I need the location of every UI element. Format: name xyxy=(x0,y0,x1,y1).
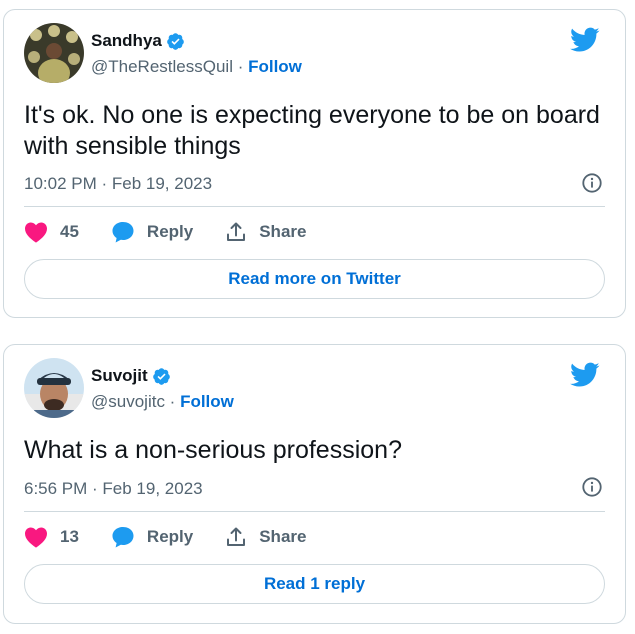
handle-row: @suvojitc · Follow xyxy=(91,392,234,412)
share-icon xyxy=(227,527,246,546)
follow-link[interactable]: Follow xyxy=(180,392,234,411)
like-button[interactable]: 45 xyxy=(24,221,79,243)
reply-label: Reply xyxy=(146,527,194,546)
like-count: 13 xyxy=(60,527,79,546)
like-button[interactable]: 13 xyxy=(24,526,79,548)
tweet-text: It's ok. No one is expecting everyone to… xyxy=(24,101,600,160)
reply-bubble-icon xyxy=(112,527,134,548)
avatar[interactable] xyxy=(24,358,84,418)
info-icon[interactable] xyxy=(581,172,603,194)
tweet-header: Suvojit @suvojitc · Follow xyxy=(24,358,604,418)
tweet-card: Suvojit @suvojitc · Follow What is a non… xyxy=(3,344,626,624)
verified-badge-icon xyxy=(152,367,170,385)
reply-label: Reply xyxy=(146,222,194,241)
twitter-bird-icon[interactable] xyxy=(570,362,600,388)
author-name[interactable]: Suvojit xyxy=(91,366,148,386)
info-icon[interactable] xyxy=(581,476,603,498)
tweet-actions: 45 Reply Share xyxy=(24,221,338,243)
share-button[interactable]: Share xyxy=(225,526,306,548)
like-count: 45 xyxy=(60,222,79,241)
tweet-actions: 13 Reply Share xyxy=(24,526,338,548)
verified-badge-icon xyxy=(167,32,184,50)
follow-link[interactable]: Follow xyxy=(248,57,302,76)
heart-icon xyxy=(25,527,47,548)
divider xyxy=(24,511,605,512)
tweet-timestamp[interactable]: 6:56 PM · Feb 19, 2023 xyxy=(24,479,203,499)
author-handle[interactable]: @TheRestlessQuil xyxy=(91,57,233,76)
heart-icon xyxy=(25,222,47,243)
reply-bubble-icon xyxy=(112,222,134,243)
separator: · xyxy=(164,392,181,411)
tweet-header: Sandhya @TheRestlessQuil · Follow xyxy=(24,23,604,83)
avatar[interactable] xyxy=(24,23,84,83)
reply-button[interactable]: Reply xyxy=(111,221,193,243)
share-icon xyxy=(227,222,246,241)
tweet-card: Sandhya @TheRestlessQuil · Follow It's o… xyxy=(3,9,626,318)
author-name-row: Sandhya xyxy=(91,31,185,51)
share-button[interactable]: Share xyxy=(225,221,306,243)
reply-button[interactable]: Reply xyxy=(111,526,193,548)
read-replies-button[interactable]: Read 1 reply xyxy=(24,564,605,604)
tweet-timestamp[interactable]: 10:02 PM · Feb 19, 2023 xyxy=(24,174,212,194)
author-name-row: Suvojit xyxy=(91,366,171,386)
share-label: Share xyxy=(259,527,307,546)
author-name[interactable]: Sandhya xyxy=(91,31,162,51)
twitter-bird-icon[interactable] xyxy=(570,27,600,53)
separator: · xyxy=(232,57,249,76)
read-more-button[interactable]: Read more on Twitter xyxy=(24,259,605,299)
divider xyxy=(24,206,605,207)
tweet-text: What is a non-serious profession? xyxy=(24,436,402,464)
share-label: Share xyxy=(259,222,307,241)
handle-row: @TheRestlessQuil · Follow xyxy=(91,57,302,77)
author-handle[interactable]: @suvojitc xyxy=(91,392,165,411)
